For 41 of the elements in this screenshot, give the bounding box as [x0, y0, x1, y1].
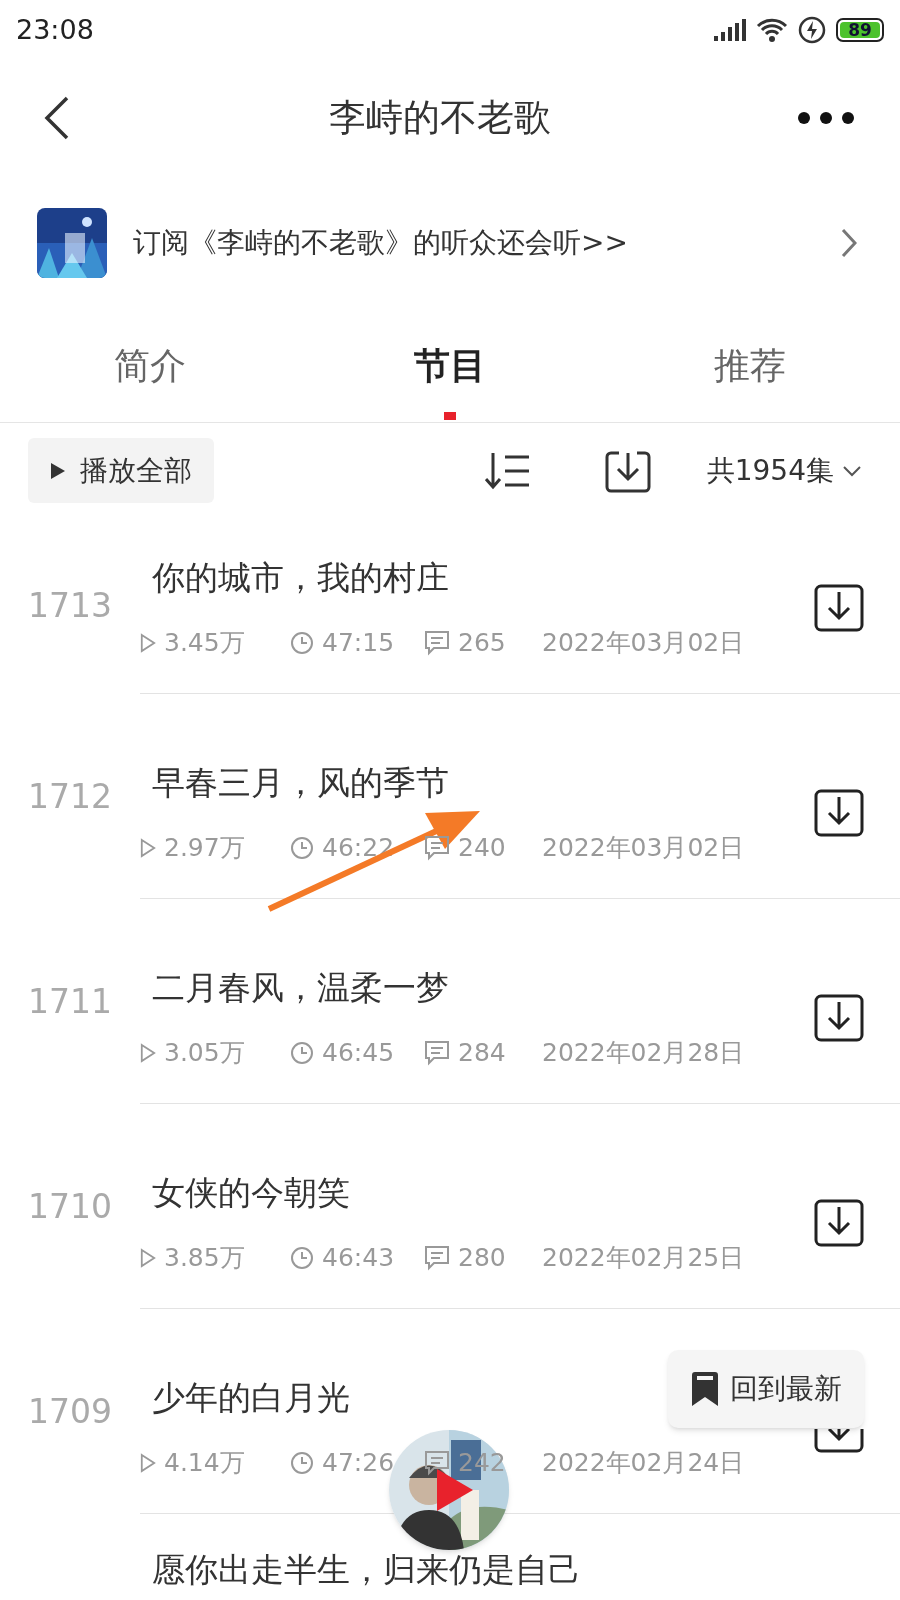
episode-number: 1711	[28, 980, 112, 1023]
comment-count: 280	[458, 1242, 506, 1275]
play-count: 3.05万	[164, 1037, 245, 1070]
tab[interactable]: 推荐	[600, 310, 900, 422]
back-to-latest-button[interactable]: 回到最新	[668, 1350, 864, 1428]
episode-title[interactable]: 少年的白月光	[140, 1378, 350, 1418]
episode-date: 2022年02月28日	[542, 1037, 745, 1070]
episode-date: 2022年03月02日	[542, 832, 745, 865]
episode-number: 1710	[28, 1185, 112, 1228]
episode-duration: 47:15	[322, 627, 395, 660]
episode-number: 1709	[28, 1390, 112, 1433]
comment-count: 265	[458, 627, 506, 660]
tab[interactable]: 简介	[0, 310, 300, 422]
play-count: 2.97万	[164, 832, 245, 865]
comment-count: 240	[458, 832, 506, 865]
comment-count: 242	[458, 1447, 506, 1480]
recommend-banner[interactable]: 订阅《李峙的不老歌》的听众还会听>>	[0, 175, 900, 310]
battery-level: 89	[840, 22, 880, 38]
episode-title[interactable]: 愿你出走半生，归来仍是自己	[140, 1550, 581, 1590]
episode-title[interactable]: 女侠的今朝笑	[140, 1173, 350, 1213]
play-count: 3.85万	[164, 1242, 245, 1275]
play-count: 3.45万	[164, 627, 245, 660]
comment-count: 284	[458, 1037, 506, 1070]
play-all-button[interactable]: 播放全部	[28, 438, 214, 503]
episode-duration: 46:45	[322, 1037, 395, 1070]
episode-date: 2022年02月24日	[542, 1447, 745, 1480]
banner-text: 订阅《李峙的不老歌》的听众还会听>>	[133, 224, 629, 261]
play-count: 4.14万	[164, 1447, 245, 1480]
episode-title[interactable]: 早春三月，风的季节	[140, 763, 449, 803]
episode-duration: 47:26	[322, 1447, 395, 1480]
page-title: 李峙的不老歌	[329, 94, 551, 141]
episode-date: 2022年03月02日	[542, 627, 745, 660]
episode-title[interactable]: 二月春风，温柔一梦	[140, 968, 449, 1008]
episode-count-dropdown[interactable]: 共1954集	[706, 449, 862, 492]
tab[interactable]: 节目	[300, 310, 600, 422]
episode-number: 1712	[28, 775, 112, 818]
episode-duration: 46:43	[322, 1242, 395, 1275]
episode-title[interactable]: 你的城市，我的村庄	[140, 558, 449, 598]
episode-number: 1713	[28, 585, 112, 628]
episode-date: 2022年02月25日	[542, 1242, 745, 1275]
status-time: 23:08	[16, 12, 94, 47]
